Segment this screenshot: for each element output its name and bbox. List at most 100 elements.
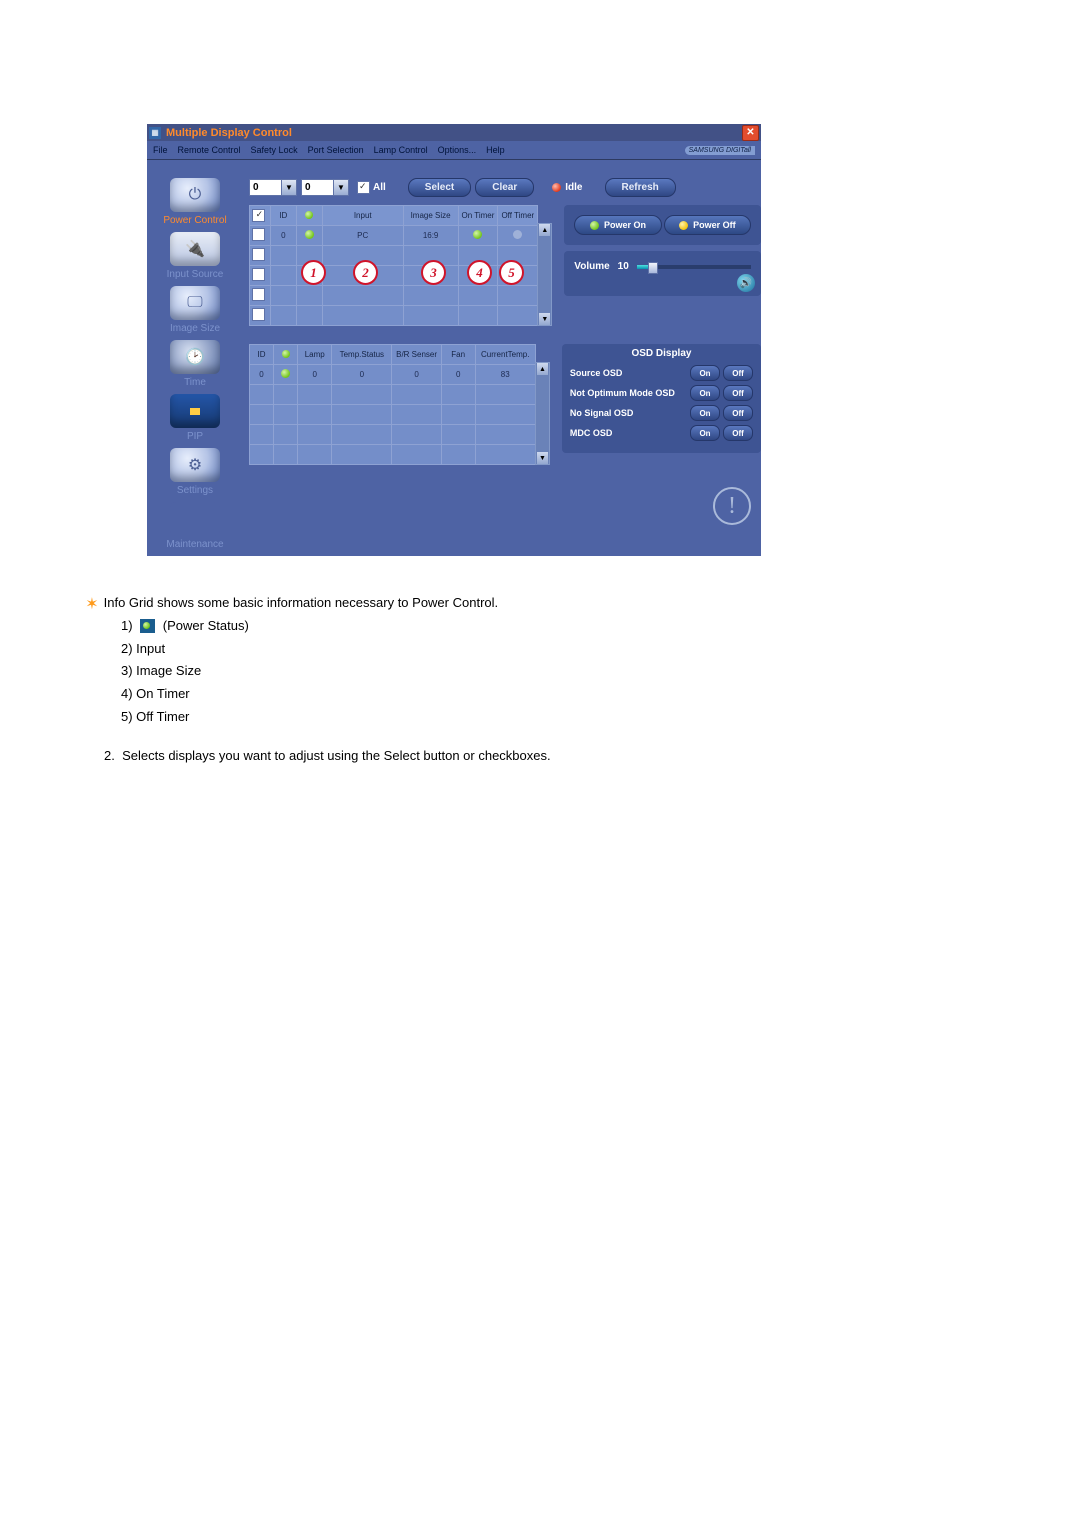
volume-thumb[interactable] [648,262,658,274]
col-on-timer: On Timer [458,206,498,226]
sidebar-item-input-source[interactable]: 🔌 Input Source [150,232,240,280]
notopt-osd-on[interactable]: On [690,385,720,401]
col-off-timer: Off Timer [498,206,538,226]
power-on-label: Power On [604,220,646,230]
settings-icon: ⚙ [170,448,220,482]
idle-dot-icon [552,183,561,192]
cell-size: 16:9 [403,226,458,246]
power-dot-icon [305,211,313,219]
row-checkbox[interactable] [252,228,265,241]
close-button[interactable]: ✕ [742,125,759,141]
osd-row-no-signal: No Signal OSD On Off [570,405,753,421]
id-spinner-2[interactable]: 0 ▼ [301,179,349,196]
menu-options[interactable]: Options... [438,145,477,155]
nosignal-osd-on[interactable]: On [690,405,720,421]
notopt-osd-off[interactable]: Off [723,385,753,401]
brand-label: SAMSUNG DIGITall [685,146,755,155]
col-image-size: Image Size [403,206,458,226]
volume-label: Volume [574,261,609,272]
source-osd-on[interactable]: On [690,365,720,381]
sidebar-label: Power Control [163,215,226,226]
doc-list-1: (Power Status) [163,618,249,633]
pip-icon [170,394,220,428]
menu-remote-control[interactable]: Remote Control [178,145,241,155]
doc-text: ✶ Info Grid shows some basic information… [84,592,1080,767]
all-checkbox[interactable] [357,181,370,194]
cell2-fan: 0 [441,365,475,385]
cell-input: PC [322,226,403,246]
volume-box: Volume 10 🔊 [564,251,761,296]
volume-value: 10 [618,261,629,272]
status-row[interactable]: 0 0 0 0 0 83 [250,365,536,385]
col-power-icon [296,206,322,226]
osd-label: No Signal OSD [570,408,634,418]
doc-list-5: Off Timer [136,709,189,724]
row-checkbox[interactable] [252,248,265,261]
maintenance-icon [170,502,220,536]
all-label: All [373,182,386,193]
cell2-ts: 0 [332,365,392,385]
sidebar-label: Input Source [167,269,224,280]
sidebar-item-pip[interactable]: PIP [150,394,240,442]
col2-power-icon [274,345,298,365]
id-spinner-1[interactable]: 0 ▼ [249,179,297,196]
source-osd-off[interactable]: Off [723,365,753,381]
row-checkbox[interactable] [252,308,265,321]
sidebar-label: Time [184,377,206,388]
clear-button[interactable]: Clear [475,178,534,197]
refresh-button[interactable]: Refresh [605,178,676,197]
idle-indicator: Idle [552,182,582,193]
mdc-osd-on[interactable]: On [690,425,720,441]
power-off-button[interactable]: Power Off [664,215,751,235]
scroll-up[interactable]: ▲ [539,224,550,236]
menu-help[interactable]: Help [486,145,505,155]
speaker-icon[interactable]: 🔊 [737,274,755,292]
alert-icon: ! [713,487,751,525]
col-id: ID [270,206,296,226]
power-status-icon [140,619,155,633]
input-source-icon: 🔌 [170,232,220,266]
sidebar: ⏻ Power Control 🔌 Input Source 🖵 Image S… [147,160,243,556]
menu-lamp-control[interactable]: Lamp Control [374,145,428,155]
power-on-dot-icon [590,221,599,230]
osd-row-source: Source OSD On Off [570,365,753,381]
menu-file[interactable]: File [153,145,168,155]
cell2-id: 0 [250,365,274,385]
col2-temp-status: Temp.Status [332,345,392,365]
nosignal-osd-off[interactable]: Off [723,405,753,421]
scroll-down[interactable]: ▼ [539,313,550,325]
menu-safety-lock[interactable]: Safety Lock [251,145,298,155]
sidebar-item-power-control[interactable]: ⏻ Power Control [150,178,240,226]
scroll-down[interactable]: ▼ [537,452,548,464]
osd-row-mdc: MDC OSD On Off [570,425,753,441]
titlebar[interactable]: ▦ Multiple Display Control ✕ [147,124,761,141]
main-panel: 0 ▼ 0 ▼ All Select Clear Idl [243,160,761,556]
sidebar-item-settings[interactable]: ⚙ Settings [150,448,240,496]
mdc-osd-off[interactable]: Off [723,425,753,441]
volume-slider[interactable] [637,265,751,269]
spinner2-button[interactable]: ▼ [334,179,349,196]
sidebar-label: PIP [187,431,203,442]
annotation-4: 4 [467,260,492,285]
image-size-icon: 🖵 [170,286,220,320]
scroll-up[interactable]: ▲ [537,363,548,375]
cell2-power-icon [281,369,290,378]
row-checkbox[interactable] [252,288,265,301]
select-button[interactable]: Select [408,178,471,197]
sidebar-item-time[interactable]: 🕑 Time [150,340,240,388]
doc-second: Selects displays you want to adjust usin… [122,748,551,763]
row-checkbox[interactable] [252,268,265,281]
spinner1-button[interactable]: ▼ [282,179,297,196]
osd-label: Not Optimum Mode OSD [570,388,675,398]
power-on-button[interactable]: Power On [574,215,661,235]
sidebar-item-image-size[interactable]: 🖵 Image Size [150,286,240,334]
annotation-3: 3 [421,260,446,285]
grid-chk-all[interactable] [252,209,265,222]
menu-port-selection[interactable]: Port Selection [308,145,364,155]
status-grid: ID Lamp Temp.Status B/R Senser Fan Curre… [249,344,536,465]
cell2-brs: 0 [392,365,441,385]
grid-row[interactable]: 0 PC 16:9 [250,226,538,246]
sidebar-item-maintenance[interactable]: Maintenance [150,502,240,550]
doc-list-4: On Timer [136,686,189,701]
app-icon: ▦ [149,127,161,139]
